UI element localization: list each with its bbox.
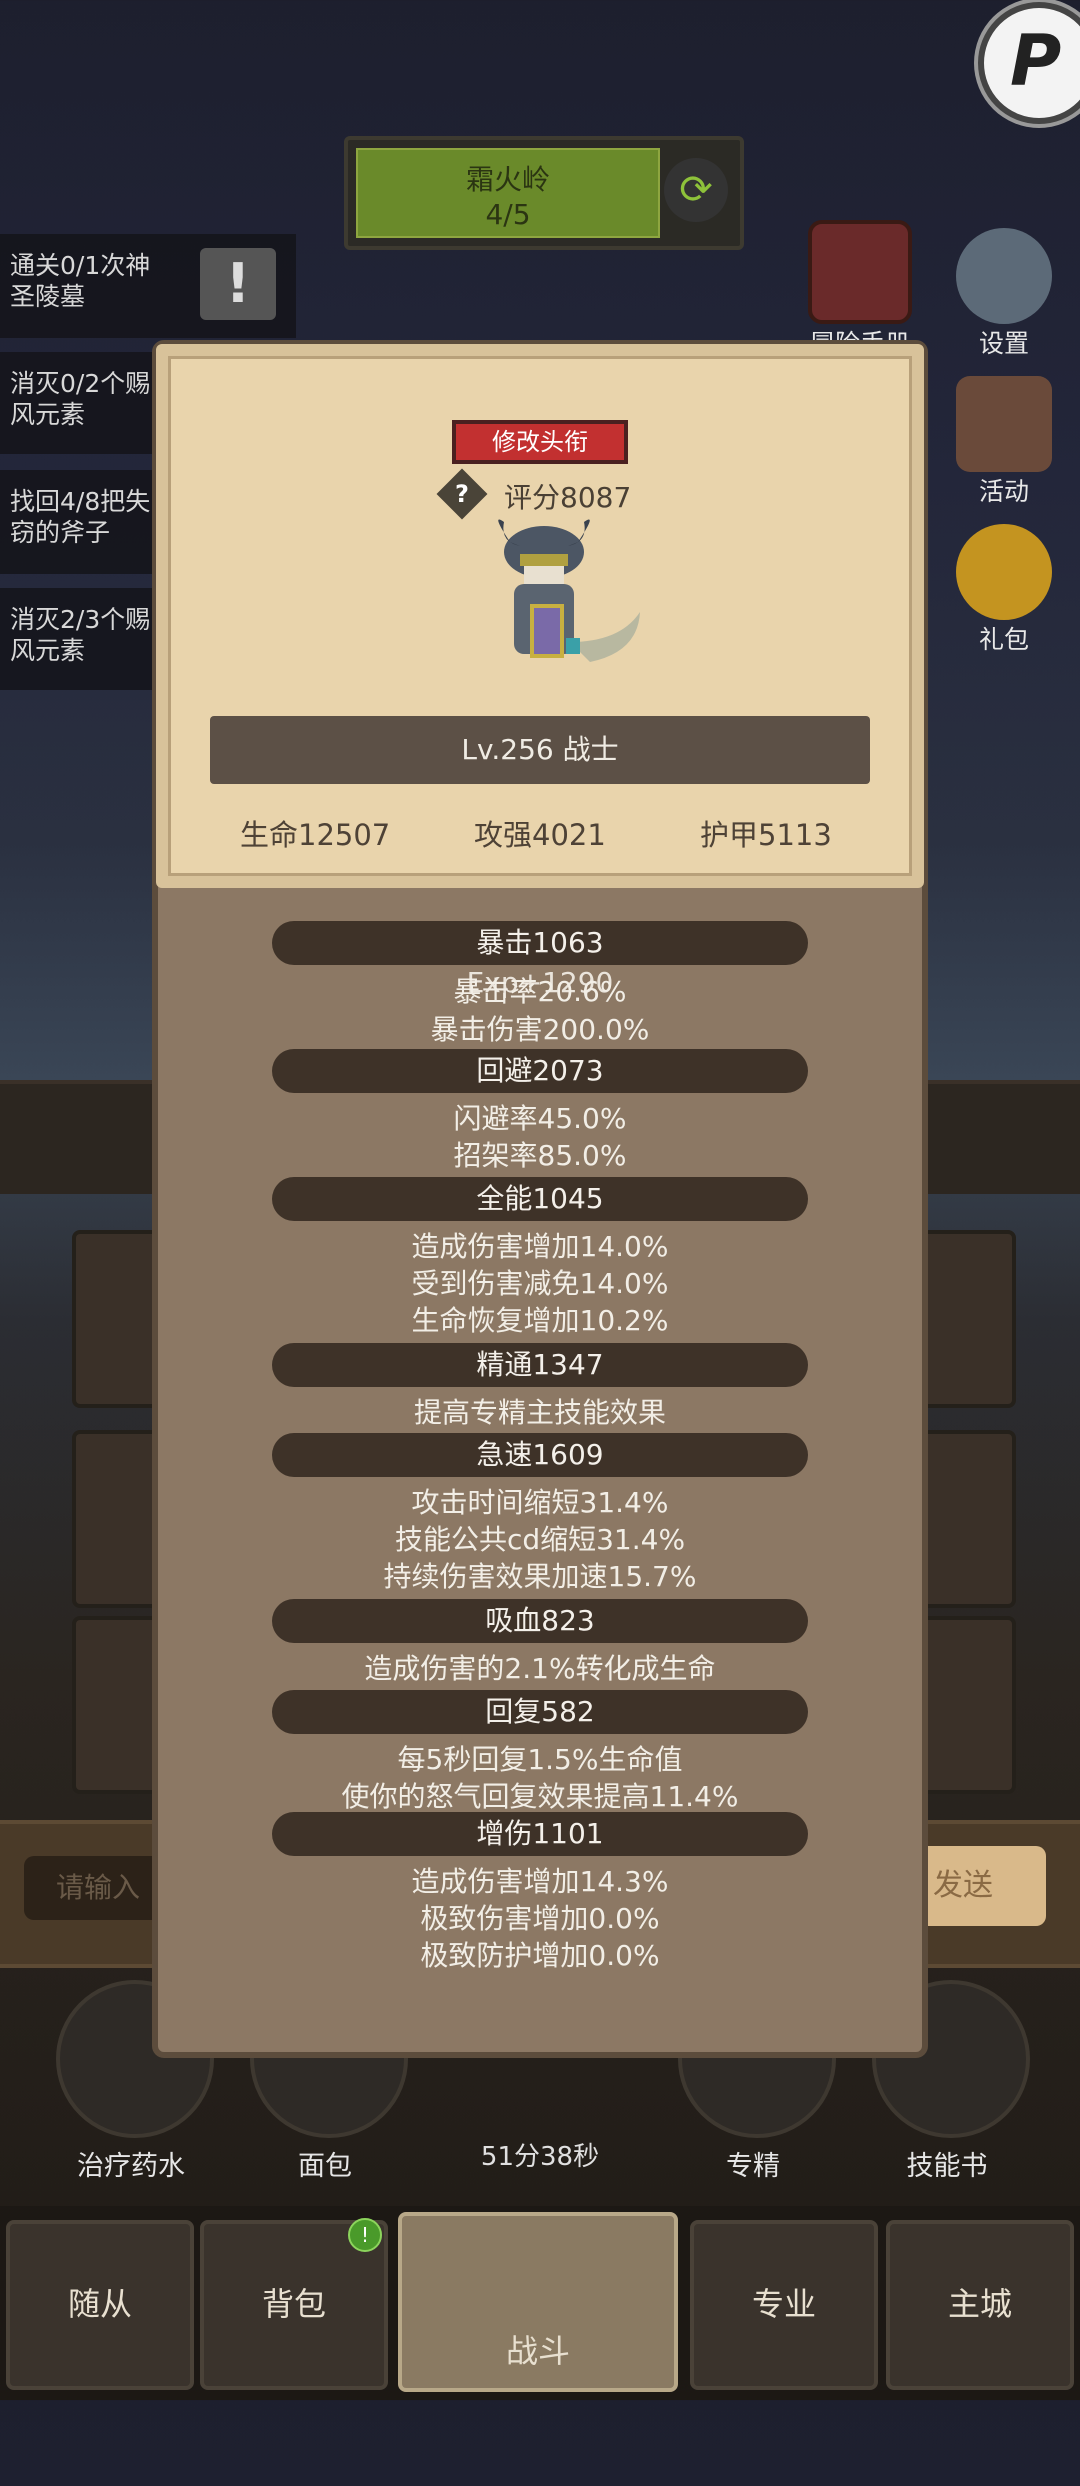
warrior-avatar (498, 519, 640, 662)
potion-label: 治疗药水 (77, 2151, 185, 2182)
gift-button[interactable]: 礼包 (944, 524, 1064, 656)
tab-profession[interactable]: 专业 (690, 2220, 878, 2390)
equipment-slot[interactable] (918, 1430, 1016, 1608)
tab-city[interactable]: 主城 (886, 2220, 1074, 2390)
armor-stat: 护甲5113 (700, 818, 832, 852)
mastery-header: 精通1347 (272, 1343, 808, 1387)
adventure-book-button[interactable]: 冒险手册 (800, 220, 920, 360)
tab-battle[interactable]: 战斗 (398, 2212, 678, 2392)
profile-logo-button[interactable]: P (978, 2, 1080, 124)
quest-text-1: 找回4/8把失 (10, 487, 151, 516)
quest-text-2: 圣陵墓 (10, 282, 86, 311)
chest-timer: 51分38秒 (480, 2142, 600, 2172)
attack-stat: 攻强4021 (474, 818, 606, 852)
vers-regen: 生命恢复增加10.2% (411, 1304, 669, 1337)
bread-label: 面包 (298, 2151, 352, 2182)
quest-item[interactable]: 消灭2/3个赐 风元素 (0, 588, 152, 690)
regen-hp: 每5秒回复1.5%生命值 (397, 1743, 683, 1776)
quest-text-2: 风元素 (10, 400, 86, 429)
refresh-icon[interactable]: ⟳ (664, 158, 728, 222)
vers-reduction: 受到伤害减免14.0% (411, 1267, 669, 1300)
dmgup-damage: 造成伤害增加14.3% (411, 1865, 669, 1898)
dmgup-defense: 极致防护增加0.0% (420, 1939, 660, 1972)
mastery-label: 专精 (726, 2151, 780, 2182)
score-text: 评分8087 (504, 481, 632, 514)
gift-label: 礼包 (978, 625, 1029, 654)
activity-button[interactable]: 活动 (944, 376, 1064, 508)
equipment-slot[interactable] (918, 1616, 1016, 1794)
quest-text-1: 消灭2/3个赐 (10, 605, 151, 634)
gear-icon (956, 228, 1052, 324)
notification-badge: ! (348, 2218, 382, 2252)
settings-button[interactable]: 设置 (944, 228, 1064, 360)
haste-header: 急速1609 (272, 1433, 808, 1477)
haste-attack: 攻击时间缩短31.4% (411, 1486, 669, 1519)
stage-progress: 4/5 (485, 198, 531, 231)
hp-stat: 生命12507 (240, 818, 391, 852)
regen-header: 回复582 (272, 1690, 808, 1734)
mastery-desc: 提高专精主技能效果 (413, 1396, 666, 1429)
crit-damage: 暴击伤害200.0% (430, 1013, 650, 1046)
help-icon-glyph: ? (455, 480, 469, 508)
haste-cd: 技能公共cd缩短31.4% (394, 1523, 686, 1556)
leech-desc: 造成伤害的2.1%转化成生命 (364, 1652, 716, 1685)
dodge-header: 回避2073 (272, 1049, 808, 1093)
book-icon (808, 220, 912, 324)
quest-text-1: 消灭0/2个赐 (10, 369, 151, 398)
quest-item[interactable]: 找回4/8把失 窃的斧子 (0, 470, 152, 574)
gift-coin-icon (956, 524, 1052, 620)
dodge-rate: 闪避率45.0% (453, 1102, 627, 1135)
equipment-slot[interactable] (918, 1230, 1016, 1408)
stage-panel: 霜火岭 4/5 ⟳ (344, 136, 744, 250)
quest-item[interactable]: 消灭0/2个赐 风元素 (0, 352, 152, 454)
level-class-bar: Lv.256 战士 (210, 716, 870, 784)
alert-icon: ! (200, 248, 276, 320)
leech-header: 吸血823 (272, 1599, 808, 1643)
haste-dot: 持续伤害效果加速15.7% (383, 1560, 697, 1593)
crit-header: 暴击1063 (272, 921, 808, 965)
activity-label: 活动 (978, 477, 1029, 506)
exp-floating-text: Exp+1290 (466, 966, 614, 999)
quest-text-2: 窃的斧子 (10, 518, 111, 547)
quest-item[interactable]: 通关0/1次神 圣陵墓 ! (0, 234, 296, 338)
change-title-button[interactable]: 修改头衔 (452, 420, 628, 464)
settings-label: 设置 (978, 329, 1029, 358)
skillbook-label: 技能书 (906, 2151, 988, 2182)
regen-rage: 使你的怒气回复效果提高11.4% (341, 1780, 739, 1813)
versatility-header: 全能1045 (272, 1177, 808, 1221)
tab-followers[interactable]: 随从 (6, 2220, 194, 2390)
quest-text-1: 通关0/1次神 (10, 251, 151, 280)
parry-rate: 招架率85.0% (453, 1139, 627, 1172)
quest-text-2: 风元素 (10, 636, 86, 665)
stage-progress-bar: 霜火岭 4/5 (356, 148, 660, 238)
dmgup-header: 增伤1101 (272, 1812, 808, 1856)
scroll-icon (956, 376, 1052, 472)
dmgup-ultimate: 极致伤害增加0.0% (420, 1902, 660, 1935)
stage-name: 霜火岭 (465, 163, 550, 196)
vers-damage: 造成伤害增加14.0% (411, 1230, 669, 1263)
